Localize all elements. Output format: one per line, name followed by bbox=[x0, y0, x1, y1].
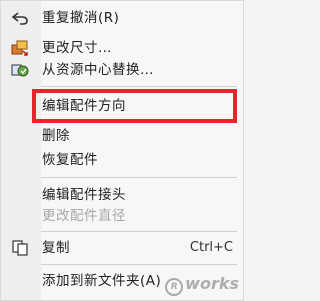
menu-item-label: 恢复配件 bbox=[42, 152, 98, 168]
menu-item-restore-fitting[interactable]: 恢复配件 bbox=[1, 149, 245, 171]
highlight-box bbox=[32, 89, 237, 123]
menu-item-change-fitting-diameter: 更改配件直径 bbox=[1, 205, 245, 227]
menu-separator bbox=[41, 231, 237, 232]
resize-icon bbox=[11, 40, 29, 56]
menu-item-edit-fitting-connection[interactable]: 编辑配件接头 bbox=[1, 184, 245, 206]
watermark-mark: R bbox=[165, 278, 184, 296]
copy-icon bbox=[11, 240, 29, 256]
menu-item-change-size[interactable]: 更改尺寸… bbox=[1, 37, 245, 59]
menu-item-label: 复制 bbox=[42, 240, 70, 256]
context-menu: 重复撤消(R) 更改尺寸… 从资源中心替换… 编辑配件方向 删除 恢复配件 编辑… bbox=[0, 0, 244, 301]
menu-separator bbox=[41, 86, 237, 87]
menu-item-label: 更改配件直径 bbox=[42, 208, 126, 224]
menu-separator bbox=[41, 177, 237, 178]
menu-item-label: 添加到新文件夹(A) bbox=[42, 273, 162, 289]
menu-item-label: 从资源中心替换… bbox=[42, 62, 154, 78]
undo-icon bbox=[11, 10, 29, 26]
menu-item-label: 更改尺寸… bbox=[42, 40, 112, 56]
menu-item-delete[interactable]: 删除 bbox=[1, 125, 245, 147]
menu-separator bbox=[41, 264, 237, 265]
menu-item-label: 编辑配件接头 bbox=[42, 187, 126, 203]
replace-icon bbox=[11, 62, 29, 78]
menu-item-label: 删除 bbox=[42, 128, 70, 144]
watermark-text: works bbox=[185, 274, 239, 293]
watermark-logo: Rworks bbox=[165, 274, 239, 296]
menu-item-label: 重复撤消(R) bbox=[42, 10, 120, 26]
menu-item-copy[interactable]: 复制 Ctrl+C bbox=[1, 237, 245, 259]
menu-item-replace-from-content-center[interactable]: 从资源中心替换… bbox=[1, 59, 245, 81]
menu-item-shortcut: Ctrl+C bbox=[189, 240, 233, 255]
menu-item-redo[interactable]: 重复撤消(R) bbox=[1, 7, 245, 29]
